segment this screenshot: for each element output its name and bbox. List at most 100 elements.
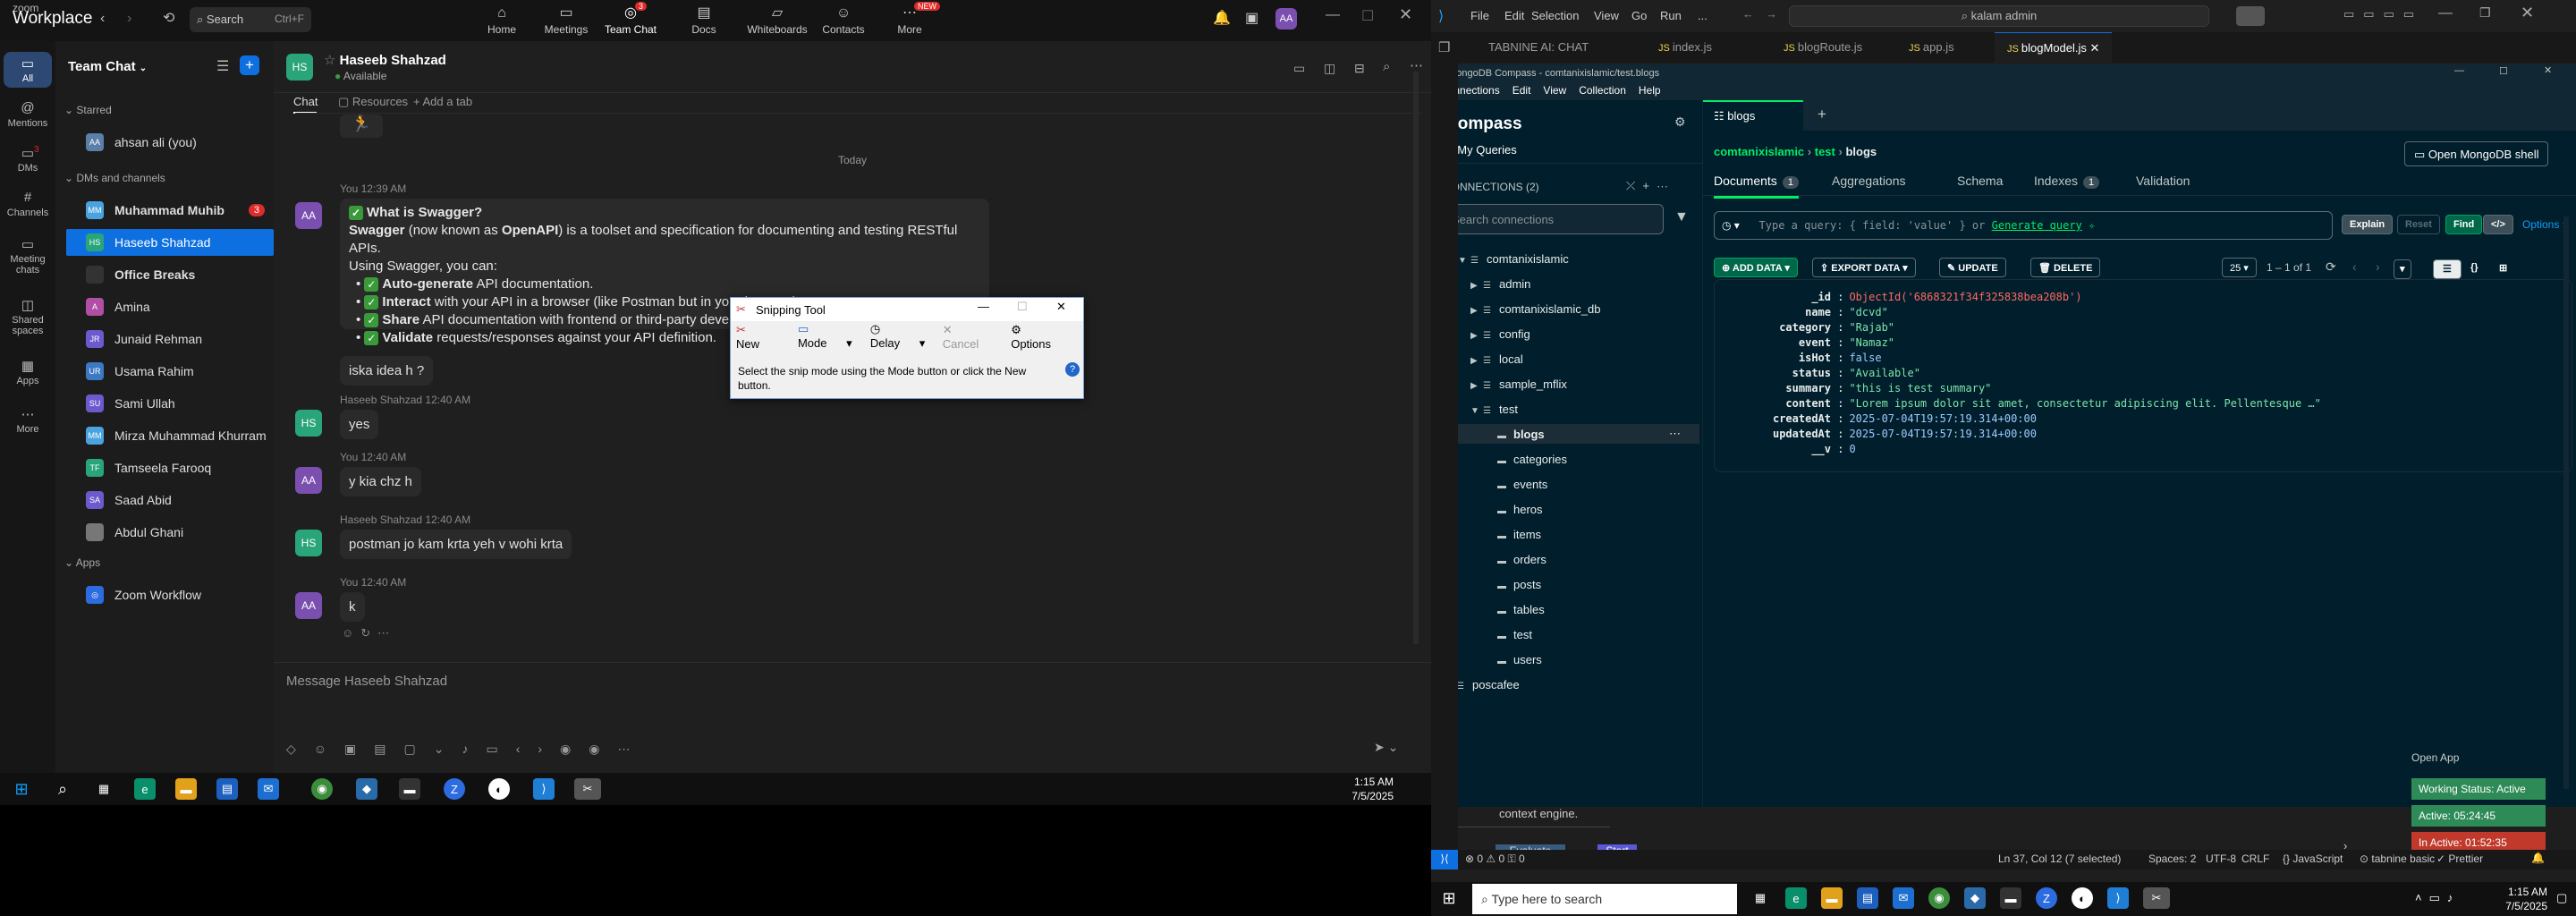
contact-item[interactable]: AA ahsan ali (you) <box>66 129 274 156</box>
search-chat-icon[interactable]: ⌕ <box>1383 59 1390 74</box>
rail-channels[interactable]: # Channels <box>4 190 52 218</box>
list-view-icon[interactable]: ☰ <box>2433 259 2462 279</box>
ctab-indexes[interactable]: Indexes 1 <box>2034 174 2100 189</box>
reset-button[interactable]: Reset <box>2397 215 2440 234</box>
terminal-right-icon[interactable]: ▬ <box>2000 887 2021 909</box>
snip-minimize-icon[interactable]: — <box>978 300 989 313</box>
options-toggle[interactable]: Options › <box>2522 218 2566 231</box>
edge-right-icon[interactable]: e <box>1785 887 1807 909</box>
indent-setting[interactable]: Spaces: 2 <box>2148 852 2196 865</box>
doc-field[interactable]: __v :0 <box>1715 443 2144 455</box>
message-avatar[interactable]: AA <box>295 592 322 619</box>
message-avatar[interactable]: HS <box>295 410 322 437</box>
tree-item-coll[interactable]: ▬ users <box>1485 649 1542 669</box>
explain-button[interactable]: Explain <box>2342 215 2394 234</box>
tree-item-db[interactable]: ▶ ☰ config <box>1470 324 1530 344</box>
nav-back-icon[interactable]: ← <box>1742 7 1754 21</box>
contact-item[interactable]: MM Muhammad Muhib 3 <box>66 197 274 224</box>
doc-field[interactable]: updatedAt :2025-07-04T19:57:19.314+00:00 <box>1715 428 2144 440</box>
maximize-icon[interactable]: ☐ <box>1361 7 1374 25</box>
tree-item-coll[interactable]: ▬ events <box>1485 474 1547 494</box>
menu-edit[interactable]: Edit <box>1504 9 1524 22</box>
main-scrollbar[interactable] <box>2563 216 2569 789</box>
message-avatar[interactable]: AA <box>295 202 322 229</box>
nav-docs[interactable]: ▤ Docs <box>673 4 735 36</box>
doc-field[interactable]: _id : ObjectId('6868321f34f325838bea208b'… <box>1715 291 2144 303</box>
editor-tab[interactable]: TABNINE AI: CHAT <box>1476 32 1601 63</box>
reaction-icons[interactable]: ☺↻⋯ <box>342 626 396 640</box>
tree-item-db[interactable]: ▶ ☰ local <box>1470 349 1523 369</box>
compass-menu-help[interactable]: Help <box>1639 84 1661 97</box>
tree-item-coll[interactable]: ▬ posts <box>1485 574 1541 594</box>
ctab-schema[interactable]: Schema <box>1957 174 2003 188</box>
profile-avatar[interactable]: AA <box>1275 8 1297 30</box>
tree-item-db[interactable]: ▼ ☰ test <box>1470 399 1518 419</box>
view-options-icon[interactable]: ▾ <box>2394 259 2411 279</box>
export-data-button[interactable]: ⇪ EXPORT DATA ▾ <box>1812 258 1916 277</box>
explorer-right-icon[interactable]: ▬ <box>1821 887 1843 909</box>
nav-meetings[interactable]: ▭ Meetings <box>535 4 597 36</box>
doc-field[interactable]: content : "Lorem ipsum dolor sit amet, co… <box>1715 397 2320 410</box>
editor-tab[interactable]: JS index.js <box>1646 32 1724 63</box>
app2-right-icon[interactable]: ◐ <box>2072 887 2093 909</box>
next-page-icon[interactable]: › <box>2376 259 2380 274</box>
menu-go[interactable]: Go <box>1631 9 1647 22</box>
nav-forward-icon[interactable]: → <box>1766 7 1777 21</box>
clock-right[interactable]: 1:15 AM 7/5/2025 <box>2501 885 2547 913</box>
remote-icon[interactable]: ⟩⟨ <box>1431 850 1458 869</box>
search-box[interactable]: ⌕ Search Ctrl+F <box>190 7 311 32</box>
minimize-icon[interactable]: — <box>1326 7 1340 23</box>
vs-close-icon[interactable]: ✕ <box>2521 4 2534 22</box>
new-tab-icon[interactable]: + <box>1818 106 1826 123</box>
vscode-taskbar-icon[interactable]: ⟩ <box>533 778 555 800</box>
calendar-icon[interactable]: ▣ <box>1245 9 1258 27</box>
contact-item[interactable]: A Amina <box>66 293 274 320</box>
collection-tab[interactable]: ☷ blogs <box>1703 100 1803 131</box>
snip-new-button[interactable]: ✂ New <box>736 323 782 351</box>
tab-chat[interactable]: Chat <box>293 95 318 114</box>
contact-item[interactable]: TF Tamseela Farooq <box>66 454 274 481</box>
tree-item-coll[interactable]: ▬ items <box>1485 524 1541 544</box>
section-dms[interactable]: ⌄ DMs and channels <box>64 172 165 184</box>
mail-right-icon[interactable]: ✉ <box>1893 887 1914 909</box>
history-icon[interactable]: ⟲ <box>163 9 174 27</box>
rail-shared-spaces[interactable]: ◫ Shared spaces <box>4 297 52 336</box>
snip-mode-button[interactable]: ▭ Mode ▾ <box>798 322 854 351</box>
store-icon[interactable]: ▤ <box>216 778 238 800</box>
code-toggle-button[interactable]: </> <box>2483 215 2513 234</box>
rail-all[interactable]: ▭ All <box>4 52 52 88</box>
zoom-right-icon[interactable]: Z <box>2036 887 2057 909</box>
taskbar-search[interactable]: ⌕ Type here to search <box>1472 884 1737 914</box>
terminal-icon[interactable]: ▬ <box>399 778 420 800</box>
crumb-db[interactable]: test <box>1815 145 1835 158</box>
editor-tab[interactable]: JS blogModel.js ✕ <box>1995 32 2113 63</box>
ctab-validation[interactable]: Validation <box>2136 174 2190 188</box>
vs-restore-icon[interactable]: ❐ <box>2479 5 2491 21</box>
compass-menu-collection[interactable]: Collection <box>1579 84 1626 97</box>
message-avatar[interactable]: AA <box>295 467 322 494</box>
rail-more[interactable]: ⋯ More <box>4 406 52 435</box>
settings-icon[interactable]: ⚙ <box>1674 114 1686 130</box>
chrome-icon[interactable]: ◉ <box>311 778 333 800</box>
message-input[interactable]: Message Haseeb Shahzad <box>286 674 1413 689</box>
section-starred[interactable]: ⌄ Starred <box>64 104 112 116</box>
tree-item-conn[interactable]: ▼ ☰ comtanixislamic <box>1458 249 1569 268</box>
zoom-taskbar-icon[interactable]: Z <box>444 778 465 800</box>
menu-run[interactable]: Run <box>1660 9 1682 22</box>
clock-left[interactable]: 1:15 AM 7/5/2025 <box>1349 775 1394 803</box>
tab-add[interactable]: + Add a tab <box>413 95 472 108</box>
ctab-aggregations[interactable]: Aggregations <box>1832 174 1906 188</box>
rail-mentions[interactable]: @ Mentions <box>4 100 52 129</box>
doc-field[interactable]: status : "Available" <box>1715 367 2144 379</box>
language-mode[interactable]: {} JavaScript <box>2283 852 2343 865</box>
tray-icons[interactable]: ˄▭♪ <box>2415 891 2460 905</box>
c-close-icon[interactable]: ✕ <box>2544 64 2552 76</box>
find-button[interactable]: Find <box>2445 215 2483 234</box>
section-apps[interactable]: ⌄ Apps <box>64 556 100 569</box>
snip-cancel-button[interactable]: ✕ Cancel <box>943 323 995 351</box>
connections-actions[interactable]: ⤫+⋯ <box>1626 179 1675 193</box>
explorer-icon[interactable]: ❐ <box>1438 39 1450 55</box>
tree-item-coll[interactable]: ▬ orders <box>1485 549 1546 569</box>
close-icon[interactable]: ✕ <box>1399 5 1412 24</box>
menu-file[interactable]: File <box>1470 9 1489 22</box>
